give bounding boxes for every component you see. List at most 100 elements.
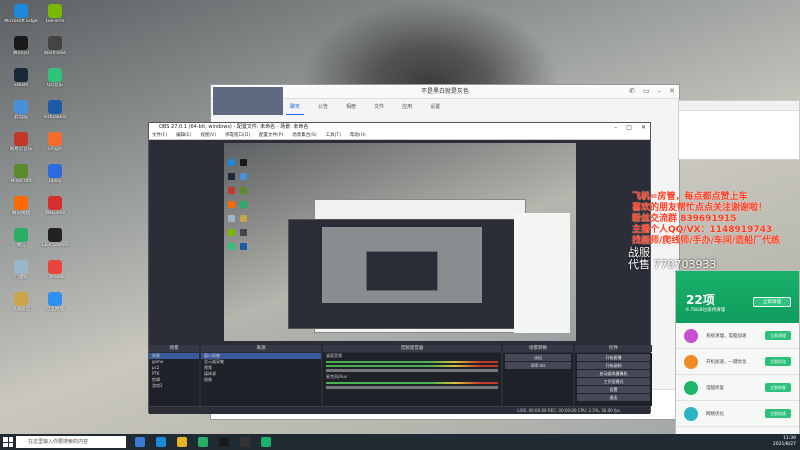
obs-control-button[interactable]: 开始直播: [577, 354, 650, 361]
desktop-icon[interactable]: 百度网盘: [38, 292, 72, 322]
maximize-icon[interactable]: □: [626, 123, 632, 132]
app-icon: [48, 4, 62, 18]
desktop-icon-label: 回收站: [14, 275, 28, 280]
wechat-icon[interactable]: [198, 437, 208, 447]
desktop-icon[interactable]: Chrome: [38, 260, 72, 290]
system-tray-clock[interactable]: 11:39 2021/8/27: [773, 436, 796, 448]
desktop-volume-slider[interactable]: [326, 369, 498, 372]
obs-menu-item[interactable]: 工具(T): [326, 132, 341, 139]
security-subtitle: 6.78GB垃圾待清理: [686, 308, 726, 313]
security-item-label: 系统清理，电脑加速: [706, 334, 747, 339]
desktop-icon[interactable]: 回收站: [4, 260, 38, 290]
scenes-dock-title: 场景: [149, 345, 199, 352]
obs-control-button[interactable]: 启动虚拟摄像机: [577, 370, 650, 377]
desktop-icon[interactable]: VirtualBox: [38, 100, 72, 130]
app-icon: [14, 36, 28, 50]
tab-apps[interactable]: 应用: [398, 99, 416, 115]
desktop-icon-label: 腾讯视频: [12, 211, 30, 216]
phone-icon[interactable]: ✆: [629, 87, 635, 95]
security-item-button[interactable]: 立即清理: [765, 331, 791, 340]
close-icon[interactable]: ✕: [669, 87, 675, 95]
obs-menu-item[interactable]: 编辑(E): [176, 132, 191, 139]
tab-album[interactable]: 相册: [342, 99, 360, 115]
preview-icon: [228, 201, 235, 208]
security-icon[interactable]: [261, 437, 271, 447]
app-icon: [14, 132, 28, 146]
obs-control-button[interactable]: 工作室模式: [577, 378, 650, 385]
preview-icon: [228, 243, 235, 250]
tab-settings[interactable]: 设置: [426, 99, 444, 115]
desktop-icon[interactable]: Steam: [4, 68, 38, 98]
obs-window[interactable]: OBS 27.0.1 (64-bit, windows) - 配置文件: 未命名…: [148, 122, 652, 414]
obs-control-button[interactable]: 开始录制: [577, 362, 650, 369]
transitions-panel[interactable]: 淡出 300 ms: [503, 353, 573, 406]
obs-icon[interactable]: [240, 437, 250, 447]
explorer-icon[interactable]: [177, 437, 187, 447]
preview-icon: [228, 215, 235, 222]
browser-window[interactable]: [678, 100, 800, 160]
desktop-icon[interactable]: Uplay: [38, 164, 72, 194]
obs-menu-item[interactable]: 帮助(H): [350, 132, 366, 139]
desktop-icon[interactable]: WeGame: [38, 196, 72, 226]
taskbar-search[interactable]: 在这里输入你要搜索的内容: [16, 436, 126, 448]
app-icon: [14, 292, 28, 306]
desktop-icon-label: Minecraft: [10, 179, 32, 184]
obs-title-bar: OBS 27.0.1 (64-bit, windows) - 配置文件: 未命名…: [149, 123, 650, 132]
obs-menu-item[interactable]: 文件(F): [152, 132, 167, 139]
desktop-icon-label: QQ音乐: [46, 83, 64, 88]
obs-preview[interactable]: [224, 143, 576, 341]
desktop-icon[interactable]: Epic Games: [38, 228, 72, 258]
desktop-icon[interactable]: Microsoft Edge: [4, 4, 38, 34]
transition-type-select[interactable]: 淡出: [505, 354, 571, 361]
obs-menu-item[interactable]: 停靠窗口(D): [225, 132, 250, 139]
start-button[interactable]: [3, 437, 13, 447]
desktop-icon[interactable]: Warframe: [38, 36, 72, 66]
desktop-icon-label: Microsoft Edge: [4, 19, 38, 24]
desktop-icon[interactable]: 此电脑: [4, 100, 38, 130]
desktop-icon[interactable]: QQ音乐: [38, 68, 72, 98]
preview-icon: [240, 159, 247, 166]
desktop-icon[interactable]: 微信: [4, 228, 38, 258]
audio-mixer[interactable]: 桌面音频 麦克风/Aux: [323, 353, 501, 406]
tab-files[interactable]: 文件: [370, 99, 388, 115]
desktop-icon[interactable]: Minecraft: [4, 164, 38, 194]
desktop-icon[interactable]: GeForce: [38, 4, 72, 34]
qq-icon[interactable]: [219, 437, 229, 447]
source-item[interactable]: 图像: [201, 377, 321, 383]
security-app-window[interactable]: 22项 6.78GB垃圾待清理 立即清理 系统清理，电脑加速 立即清理 开机加速，一…: [675, 270, 800, 436]
minimize-icon[interactable]: –: [658, 87, 662, 95]
scene-item[interactable]: 游戏2: [149, 383, 199, 389]
task-view-icon[interactable]: [135, 437, 145, 447]
desktop-icon[interactable]: Origin: [38, 132, 72, 162]
obs-menu-item[interactable]: 场景集合(S): [292, 132, 316, 139]
obs-title: OBS 27.0.1 (64-bit, windows) - 配置文件: 未命名…: [159, 124, 309, 130]
tab-chat[interactable]: 聊天: [286, 99, 305, 115]
security-item-button[interactable]: 立即加速: [765, 409, 791, 418]
video-icon[interactable]: ▭: [643, 87, 650, 95]
desktop-icon[interactable]: 腾讯视频: [4, 196, 38, 226]
obs-control-button[interactable]: 设置: [577, 386, 650, 393]
obs-menu-item[interactable]: 视图(V): [200, 132, 216, 139]
mic-volume-slider[interactable]: [326, 386, 498, 389]
sources-list[interactable]: 窗口采集 显示器采集 视频 媒体源 图像: [201, 353, 321, 406]
close-icon[interactable]: ✕: [641, 123, 646, 132]
obs-menu-item[interactable]: 配置文件(P): [259, 132, 283, 139]
minimize-icon[interactable]: –: [614, 123, 617, 132]
security-item-button[interactable]: 立即修复: [765, 383, 791, 392]
edge-icon[interactable]: [156, 437, 166, 447]
preview-icon: [228, 229, 235, 236]
security-item-label: 网络优化: [706, 412, 724, 417]
obs-control-button[interactable]: 退出: [577, 394, 650, 401]
browser-toolbar: [679, 101, 799, 111]
desktop-icon[interactable]: 英雄联盟: [4, 292, 38, 322]
scenes-list[interactable]: 场景 game ps2 PTK 剪辑 游戏2: [149, 353, 199, 406]
desktop-icon[interactable]: 腾讯QQ: [4, 36, 38, 66]
transition-duration-input[interactable]: 300 ms: [505, 362, 571, 369]
desktop-icon-label: Chrome: [46, 275, 64, 280]
preview-icon: [228, 173, 235, 180]
clean-now-button[interactable]: 立即清理: [753, 297, 791, 307]
overlay-line: 飞机=房管，每点都点赞上车: [632, 192, 748, 202]
desktop-icon[interactable]: 网易云音乐: [4, 132, 38, 162]
security-item-button[interactable]: 立即优化: [765, 357, 791, 366]
tab-notice[interactable]: 公告: [314, 99, 332, 115]
